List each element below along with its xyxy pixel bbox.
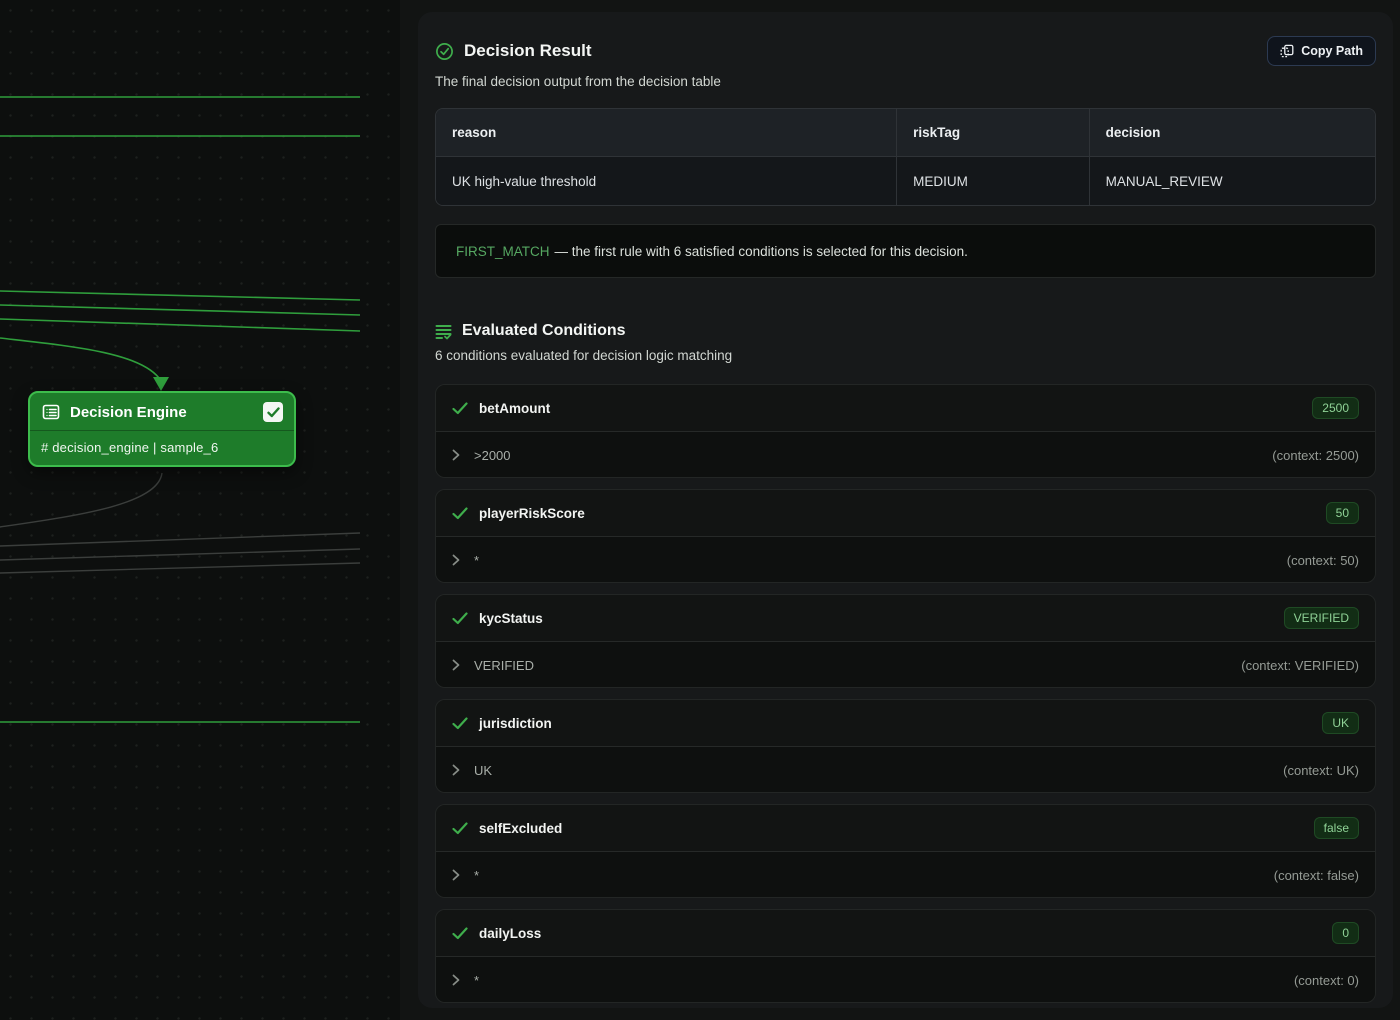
condition-name: playerRiskScore [479, 506, 1315, 521]
chevron-right-icon [452, 764, 460, 776]
check-icon [452, 612, 468, 625]
table-header-row: reason riskTag decision [436, 109, 1375, 157]
condition-detail-row[interactable]: * (context: false) [436, 852, 1375, 898]
condition-detail-row[interactable]: VERIFIED (context: VERIFIED) [436, 642, 1375, 688]
details-region: Decision Result Copy Path The final deci… [400, 0, 1400, 1020]
condition-name: selfExcluded [479, 821, 1303, 836]
condition-context: (context: 2500) [1272, 448, 1359, 463]
decision-result-table: reason riskTag decision UK high-value th… [435, 108, 1376, 206]
table-column-header: reason [436, 109, 896, 157]
copy-path-button[interactable]: Copy Path [1267, 36, 1376, 66]
evaluated-conditions-subtitle: 6 conditions evaluated for decision logi… [435, 348, 1376, 363]
condition-rule: * [474, 553, 1273, 568]
chevron-right-icon [452, 869, 460, 881]
condition-name: jurisdiction [479, 716, 1311, 731]
condition-rule: VERIFIED [474, 658, 1227, 673]
match-policy-label: FIRST_MATCH [456, 244, 550, 259]
condition-value-badge: 50 [1326, 502, 1359, 524]
condition-detail-row[interactable]: >2000 (context: 2500) [436, 432, 1375, 478]
condition-detail-row[interactable]: UK (context: UK) [436, 747, 1375, 793]
check-icon [452, 822, 468, 835]
graph-canvas[interactable]: Decision Engine # decision_engine | samp… [0, 0, 400, 1020]
edge-arrowhead [153, 377, 169, 391]
evaluated-conditions-title: Evaluated Conditions [462, 322, 626, 340]
chevron-right-icon [452, 659, 460, 671]
condition-header: playerRiskScore 50 [436, 490, 1375, 537]
copy-path-label: Copy Path [1301, 44, 1363, 58]
evaluated-conditions-title-row: Evaluated Conditions [435, 322, 626, 340]
condition-detail-row[interactable]: * (context: 50) [436, 537, 1375, 583]
chevron-right-icon [452, 554, 460, 566]
condition-card: jurisdiction UK UK (context: UK) [435, 699, 1376, 793]
condition-context: (context: 50) [1287, 553, 1359, 568]
condition-card: kycStatus VERIFIED VERIFIED (context: VE… [435, 594, 1376, 688]
condition-rule: * [474, 868, 1260, 883]
condition-card: selfExcluded false * (context: false) [435, 804, 1376, 898]
check-icon [452, 717, 468, 730]
condition-header: betAmount 2500 [436, 385, 1375, 432]
table-column-header: decision [1089, 109, 1375, 157]
condition-name: kycStatus [479, 611, 1273, 626]
condition-value-badge: UK [1322, 712, 1359, 734]
cell-decision: MANUAL_REVIEW [1089, 157, 1375, 205]
node-title: Decision Engine [70, 404, 254, 421]
chevron-right-icon [452, 974, 460, 986]
wire-edges [0, 0, 400, 1020]
circle-check-icon [435, 42, 454, 61]
condition-card: playerRiskScore 50 * (context: 50) [435, 489, 1376, 583]
node-subtitle: # decision_engine | sample_6 [30, 431, 294, 465]
decision-details-panel: Decision Result Copy Path The final deci… [418, 12, 1393, 1008]
condition-context: (context: 0) [1294, 973, 1359, 988]
conditions-list: betAmount 2500 >2000 (context: 2500) [435, 384, 1376, 1003]
table-row: UK high-value threshold MEDIUM MANUAL_RE… [436, 157, 1375, 205]
condition-card: dailyLoss 0 * (context: 0) [435, 909, 1376, 1003]
condition-header: jurisdiction UK [436, 700, 1375, 747]
condition-context: (context: false) [1274, 868, 1359, 883]
condition-rule: >2000 [474, 448, 1258, 463]
condition-context: (context: UK) [1283, 763, 1359, 778]
decision-table-icon [41, 402, 61, 422]
condition-card: betAmount 2500 >2000 (context: 2500) [435, 384, 1376, 478]
condition-context: (context: VERIFIED) [1241, 658, 1359, 673]
decision-result-title-row: Decision Result [435, 41, 592, 61]
cell-risktag: MEDIUM [896, 157, 1088, 205]
condition-header: dailyLoss 0 [436, 910, 1375, 957]
condition-header: selfExcluded false [436, 805, 1375, 852]
condition-value-badge: false [1314, 817, 1359, 839]
condition-name: dailyLoss [479, 926, 1321, 941]
condition-value-badge: VERIFIED [1284, 607, 1359, 629]
condition-header: kycStatus VERIFIED [436, 595, 1375, 642]
condition-rule: * [474, 973, 1280, 988]
condition-name: betAmount [479, 401, 1301, 416]
condition-rule: UK [474, 763, 1269, 778]
decision-engine-node[interactable]: Decision Engine # decision_engine | samp… [28, 391, 296, 467]
check-icon [267, 407, 280, 418]
cell-reason: UK high-value threshold [436, 157, 896, 205]
match-policy-text: — the first rule with 6 satisfied condit… [555, 244, 968, 259]
list-check-icon [435, 323, 452, 340]
decision-result-subtitle: The final decision output from the decis… [435, 74, 1376, 89]
table-column-header: riskTag [896, 109, 1088, 157]
copy-icon [1280, 44, 1294, 58]
node-enabled-checkbox[interactable] [263, 402, 283, 422]
first-match-note: FIRST_MATCH — the first rule with 6 sati… [435, 224, 1376, 278]
check-icon [452, 402, 468, 415]
check-icon [452, 507, 468, 520]
condition-value-badge: 0 [1332, 922, 1359, 944]
chevron-right-icon [452, 449, 460, 461]
check-icon [452, 927, 468, 940]
condition-detail-row[interactable]: * (context: 0) [436, 957, 1375, 1003]
decision-result-title: Decision Result [464, 41, 592, 61]
condition-value-badge: 2500 [1312, 397, 1359, 419]
